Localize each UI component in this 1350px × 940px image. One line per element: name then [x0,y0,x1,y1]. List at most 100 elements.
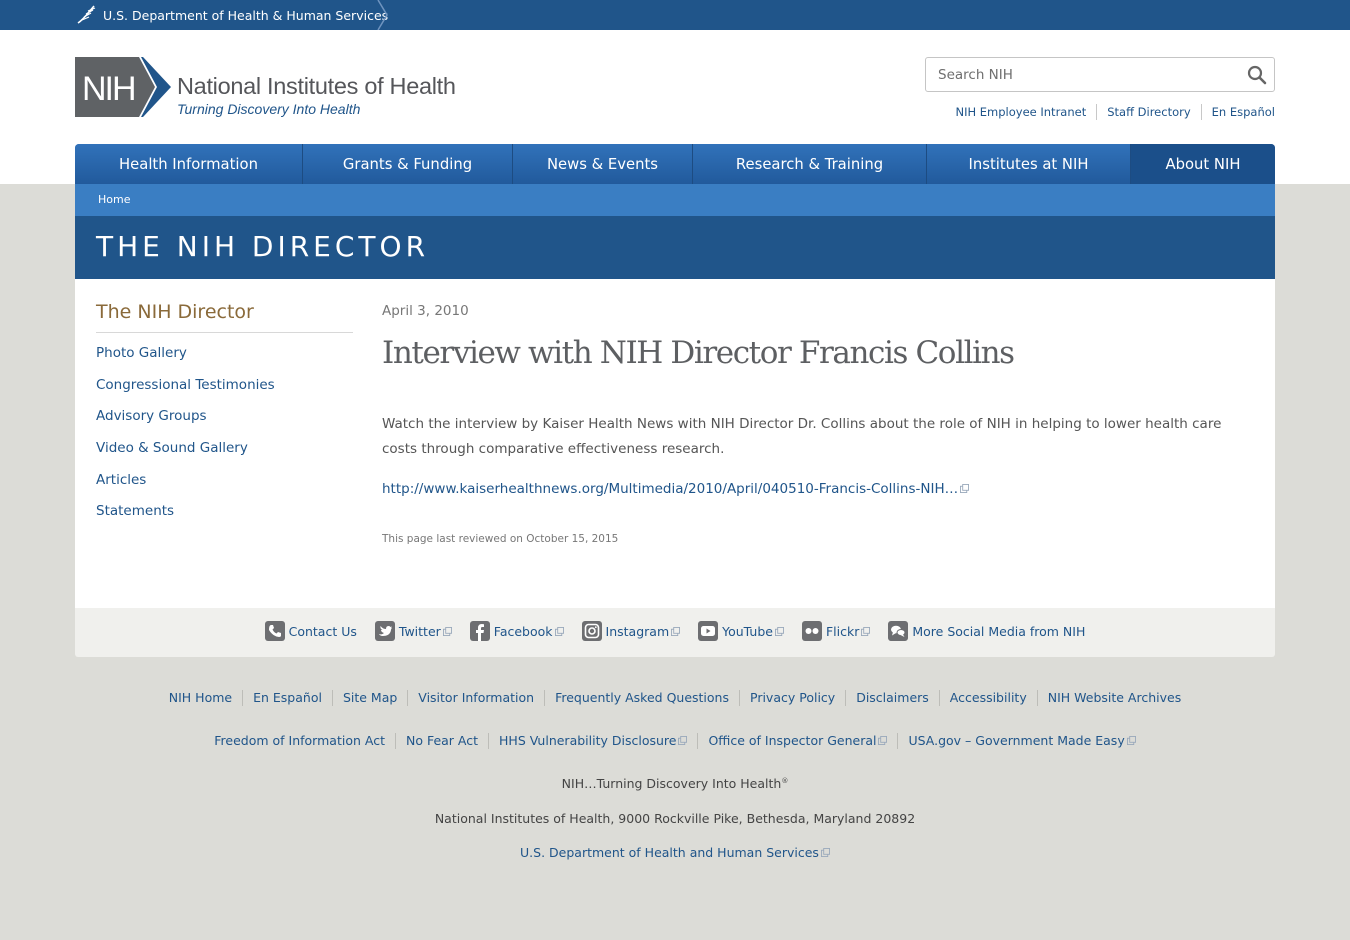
nav-institutes[interactable]: Institutes at NIH [927,144,1131,184]
utility-links: NIH Employee Intranet Staff Directory En… [945,104,1275,120]
footer-link-hhs-label: U.S. Department of Health and Human Serv… [520,845,819,860]
chat-icon [888,621,909,641]
footer-links-secondary: Freedom of Information Act No Fear Act H… [0,733,1350,749]
footer-link-no-fear-act[interactable]: No Fear Act [394,733,488,749]
sidebar-item-congressional-testimonies[interactable]: Congressional Testimonies [96,377,275,393]
sidebar-item-statements[interactable]: Statements [96,503,174,519]
sidebar-nav: Photo Gallery Congressional Testimonies … [96,345,275,535]
external-link-icon [678,736,688,745]
more-social-media-link[interactable]: More Social Media from NIH [888,621,1085,641]
footer-link-foia[interactable]: Freedom of Information Act [204,733,395,749]
instagram-icon [581,621,602,641]
util-link-espanol[interactable]: En Español [1200,104,1275,120]
nav-research-training[interactable]: Research & Training [693,144,927,184]
footer-link-hhs[interactable]: U.S. Department of Health and Human Serv… [520,845,830,860]
instagram-label: Instagram [605,623,670,639]
nav-news-events[interactable]: News & Events [513,144,693,184]
external-link-icon [861,626,871,636]
sidebar-title[interactable]: The NIH Director [96,301,353,333]
sidebar-item-photo-gallery[interactable]: Photo Gallery [96,345,187,361]
section-banner: THE NIH DIRECTOR [75,216,1275,279]
footer-link-site-map[interactable]: Site Map [331,690,407,706]
section-title: THE NIH DIRECTOR [96,230,430,263]
external-link-icon [774,626,784,636]
breadcrumb-home[interactable]: Home [98,193,130,206]
flickr-label: Flickr [825,623,860,639]
nav-grants-funding[interactable]: Grants & Funding [303,144,513,184]
external-link-icon [1126,736,1136,745]
logo-mark-text: NIH [82,70,135,108]
footer-address: National Institutes of Health, 9000 Rock… [434,811,916,826]
footer-link-hhs-vulnerability-label: HHS Vulnerability Disclosure [499,733,677,748]
main-nav: Health Information Grants & Funding News… [75,144,1275,184]
contact-us-link[interactable]: Contact Us [264,621,357,641]
footer-link-usa-gov-label: USA.gov – Government Made Easy [908,733,1125,748]
registered-mark: ® [781,776,789,785]
facebook-icon [469,621,490,641]
youtube-icon [698,621,719,641]
footer-link-website-archives[interactable]: NIH Website Archives [1036,690,1192,706]
footer-link-visitor-information[interactable]: Visitor Information [407,690,544,706]
twitter-icon [374,621,395,641]
hhs-link[interactable]: U.S. Department of Health & Human Servic… [75,0,388,30]
flickr-link[interactable]: Flickr [801,621,871,641]
search-box [925,57,1275,92]
search-button[interactable] [1244,62,1270,88]
phone-icon [264,621,285,641]
chevron-right-icon [377,0,388,30]
footer-hhs: U.S. Department of Health and Human Serv… [0,845,1350,860]
footer-link-espanol[interactable]: En Español [242,690,332,706]
hhs-label: U.S. Department of Health & Human Servic… [103,7,389,23]
footer-tagline: NIH…Turning Discovery Into Health® [0,776,1350,791]
footer-link-accessibility[interactable]: Accessibility [938,690,1037,706]
external-link-icon [554,626,564,636]
twitter-link[interactable]: Twitter [374,621,452,641]
external-link-icon [960,484,970,493]
article-body: Watch the interview by Kaiser Health New… [382,416,1222,457]
footer-tagline-text: NIH…Turning Discovery Into Health [561,776,782,791]
nih-logo-mark[interactable]: NIH [75,57,171,117]
article-external-link[interactable]: http://www.kaiserhealthnews.org/Multimed… [382,481,970,497]
nav-about-nih[interactable]: About NIH [1131,144,1275,184]
footer-link-nih-home[interactable]: NIH Home [159,690,242,706]
external-link-icon [442,626,452,636]
hhs-eagle-icon [77,5,96,24]
external-link-icon [878,736,888,745]
footer-link-inspector-general[interactable]: Office of Inspector General [697,733,897,749]
footer-links-primary: NIH Home En Español Site Map Visitor Inf… [0,690,1350,706]
article-title: Interview with NIH Director Francis Coll… [382,335,1015,371]
facebook-label: Facebook [493,623,553,639]
breadcrumb: Home [75,184,1275,216]
facebook-link[interactable]: Facebook [469,621,564,641]
sidebar-item-video-sound-gallery[interactable]: Video & Sound Gallery [96,440,248,456]
nav-health-information[interactable]: Health Information [75,144,303,184]
last-reviewed: This page last reviewed on October 15, 2… [382,533,619,545]
flickr-icon [801,621,822,641]
search-icon [1247,65,1267,85]
youtube-label: YouTube [722,623,773,639]
sidebar-item-articles[interactable]: Articles [96,472,146,488]
article-date: April 3, 2010 [382,303,469,319]
twitter-label: Twitter [398,623,441,639]
main-content: The NIH Director Photo Gallery Congressi… [75,279,1275,608]
logo-title[interactable]: National Institutes of Health [177,73,456,100]
hhs-bar: U.S. Department of Health & Human Servic… [0,0,1350,30]
util-link-staff-directory[interactable]: Staff Directory [1096,104,1200,120]
social-bar: Contact Us Twitter Facebook Instagram Yo… [75,608,1275,657]
footer-link-disclaimers[interactable]: Disclaimers [845,690,939,706]
youtube-link[interactable]: YouTube [698,621,784,641]
external-link-icon [820,848,830,857]
util-link-intranet[interactable]: NIH Employee Intranet [945,104,1096,120]
footer-link-inspector-general-label: Office of Inspector General [708,733,877,748]
article-link-text: http://www.kaiserhealthnews.org/Multimed… [382,481,959,497]
search-input[interactable] [926,58,1236,91]
footer-link-faq[interactable]: Frequently Asked Questions [544,690,739,706]
logo-tagline: Turning Discovery Into Health [177,101,361,117]
instagram-link[interactable]: Instagram [581,621,681,641]
footer-link-hhs-vulnerability[interactable]: HHS Vulnerability Disclosure [488,733,697,749]
contact-us-label: Contact Us [288,623,357,639]
footer-link-privacy-policy[interactable]: Privacy Policy [739,690,845,706]
sidebar-item-advisory-groups[interactable]: Advisory Groups [96,408,207,424]
footer-link-usa-gov[interactable]: USA.gov – Government Made Easy [897,733,1145,749]
external-link-icon [671,626,681,636]
